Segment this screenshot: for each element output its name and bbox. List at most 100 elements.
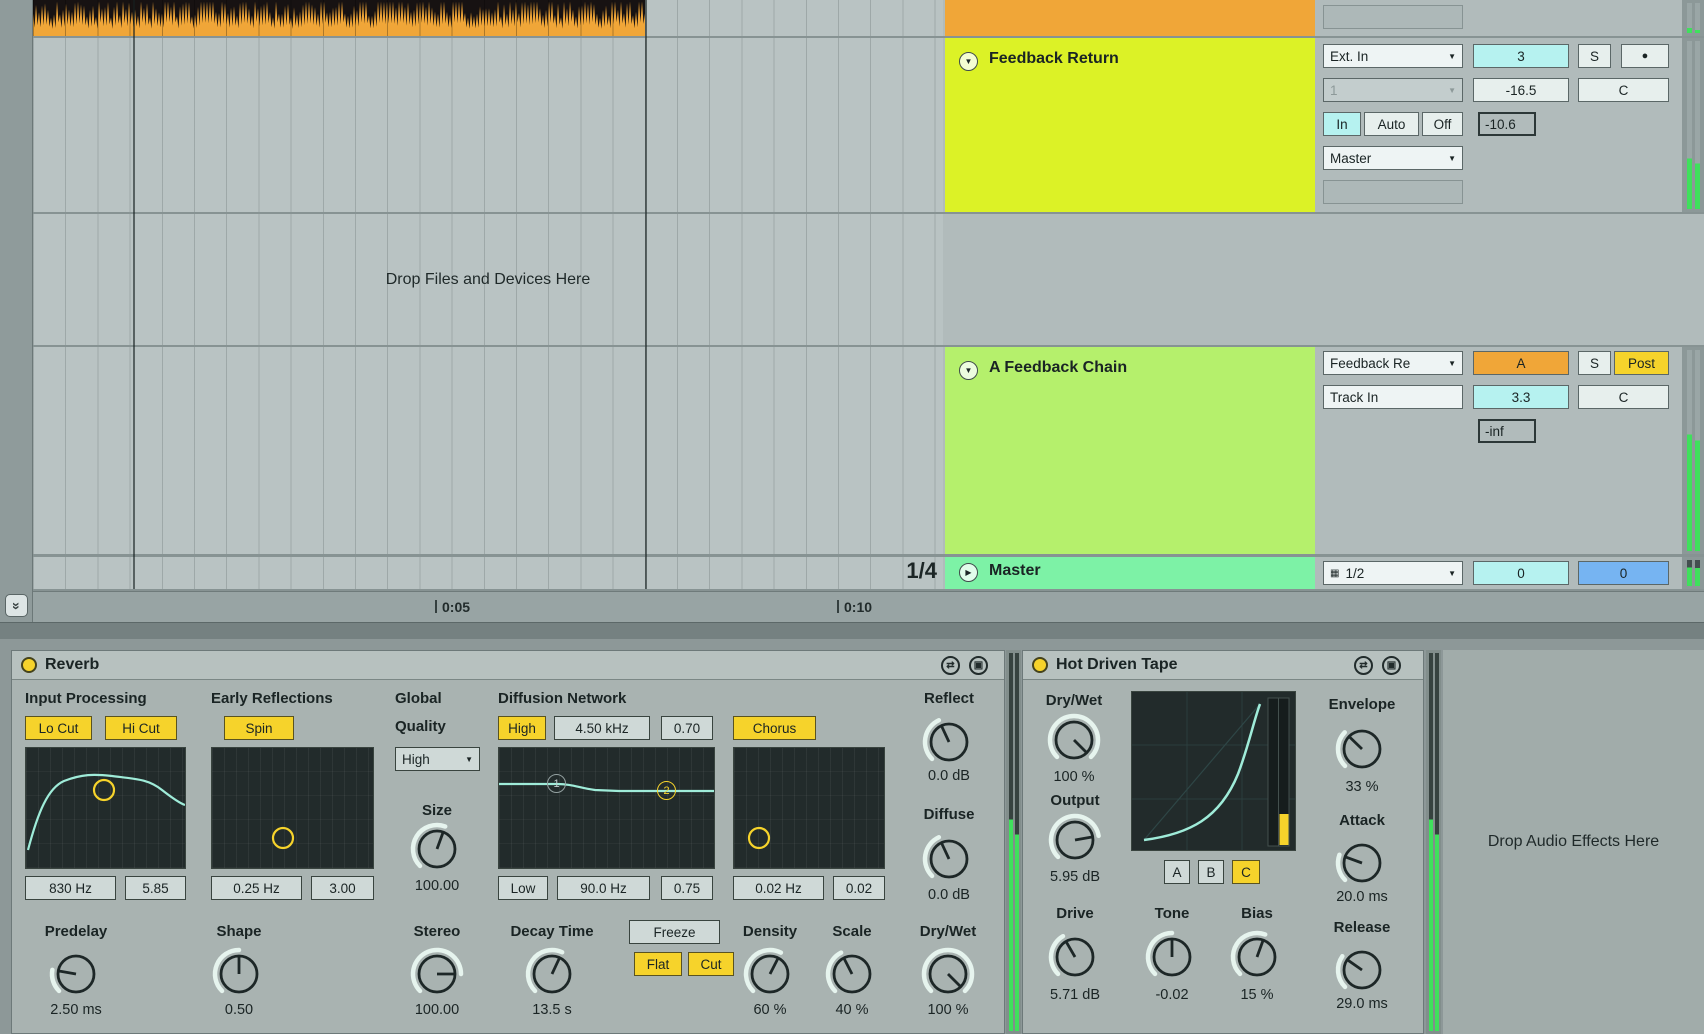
hi-cut-button[interactable]: Hi Cut [105,716,177,740]
output-dropdown[interactable]: Master ▼ [1323,146,1463,170]
hot-swap-icon[interactable]: ⇄ [941,656,960,675]
pre-post-toggle[interactable]: Post [1614,351,1669,375]
output-value[interactable]: 5.95 dB [1025,869,1125,885]
insert-marker[interactable] [645,0,647,589]
arrangement-grid[interactable] [33,347,943,554]
drop-files-zone[interactable]: Drop Files and Devices Here [33,214,943,345]
diffusion-node-2[interactable]: 2 [657,781,676,800]
solo-button[interactable]: S [1578,351,1611,375]
arm-button[interactable]: ● [1621,44,1669,68]
drop-effects-zone[interactable]: Drop Audio Effects Here [1443,650,1704,1034]
tape-dry-wet-value[interactable]: 100 % [1024,769,1124,785]
attack-knob[interactable] [1334,835,1390,891]
grid-quantize-value[interactable]: 1/4 [851,558,937,584]
input-type-dropdown[interactable]: Feedback Re ▼ [1323,351,1463,375]
diffusion-high-button[interactable]: High [498,716,546,740]
cue-volume-box[interactable]: 0 [1473,561,1569,585]
reflect-value[interactable]: 0.0 dB [899,768,999,784]
scroll-widget-button[interactable]: » [5,594,28,617]
master-volume-box[interactable]: 0 [1578,561,1669,585]
solo-button[interactable]: S [1578,44,1611,68]
early-reflections-display[interactable] [211,747,374,869]
master-output-dropdown[interactable]: ▦ 1/2 ▼ [1323,561,1463,585]
device-title-bar[interactable]: Reverb ⇄ ▣ [12,651,1004,680]
audio-clip-waveform[interactable] [33,0,647,36]
loop-start-marker[interactable] [133,0,135,589]
stereo-knob[interactable] [409,946,465,1002]
shape-value[interactable]: 0.50 [189,1002,289,1018]
decay-time-knob[interactable] [524,946,580,1002]
curve-c-button[interactable]: C [1232,860,1260,884]
flat-button[interactable]: Flat [634,952,682,976]
chorus-amount-box[interactable]: 0.02 [833,876,885,900]
input-filter-display[interactable] [25,747,186,869]
density-knob[interactable] [742,946,798,1002]
volume-box[interactable]: -16.5 [1473,78,1569,102]
envelope-knob[interactable] [1334,721,1390,777]
tape-dry-wet-knob[interactable] [1046,712,1102,768]
send-amount-box[interactable]: 3.3 [1473,385,1569,409]
fold-track-button[interactable]: ▼ [959,361,978,380]
track-header-feedback-return[interactable]: ▼ Feedback Return [945,38,1315,212]
predelay-value[interactable]: 2.50 ms [26,1002,126,1018]
freeze-button[interactable]: Freeze [629,920,720,944]
transfer-curve-display[interactable] [1131,691,1296,851]
lo-cut-button[interactable]: Lo Cut [25,716,92,740]
size-value[interactable]: 100.00 [387,878,487,894]
chorus-display[interactable] [733,747,885,869]
monitor-box[interactable]: Track In [1323,385,1463,409]
device-title-bar[interactable]: Hot Driven Tape ⇄ ▣ [1023,651,1423,680]
track-header-feedback-chain[interactable]: ▼ A Feedback Chain [945,347,1315,554]
diffuse-value[interactable]: 0.0 dB [899,887,999,903]
drive-knob[interactable] [1047,929,1103,985]
chorus-rate-box[interactable]: 0.02 Hz [733,876,824,900]
reflect-knob[interactable] [921,714,977,770]
arrangement-grid[interactable] [33,557,943,589]
monitor-auto-button[interactable]: Auto [1364,112,1419,136]
output-knob[interactable] [1047,812,1103,868]
drive-value[interactable]: 5.71 dB [1025,987,1125,1003]
fold-track-button[interactable]: ▶ [959,563,978,582]
size-knob[interactable] [409,821,465,877]
release-knob[interactable] [1334,942,1390,998]
diffuse-knob[interactable] [921,831,977,887]
input-q-box[interactable]: 5.85 [125,876,186,900]
spin-button[interactable]: Spin [224,716,294,740]
scale-value[interactable]: 40 % [802,1002,902,1018]
time-ruler[interactable]: 0:05 0:10 [33,591,1704,622]
monitor-in-button[interactable]: In [1323,112,1361,136]
stereo-value[interactable]: 100.00 [387,1002,487,1018]
save-preset-icon[interactable]: ▣ [1382,656,1401,675]
panel-divider[interactable] [0,622,1704,639]
device-on-button[interactable] [1032,657,1048,673]
send-amount-box[interactable]: 3 [1473,44,1569,68]
predelay-knob[interactable] [48,946,104,1002]
diffusion-lo-freq-box[interactable]: 90.0 Hz [557,876,650,900]
envelope-value[interactable]: 33 % [1312,779,1412,795]
release-value[interactable]: 29.0 ms [1312,996,1412,1012]
tone-knob[interactable] [1144,929,1200,985]
shape-knob[interactable] [211,946,267,1002]
diffusion-node-1[interactable]: 1 [547,774,566,793]
cut-button[interactable]: Cut [688,952,734,976]
diffusion-hi-q-box[interactable]: 0.70 [661,716,713,740]
pan-box[interactable]: C [1578,78,1669,102]
quality-dropdown[interactable]: High ▼ [395,747,480,771]
chorus-button[interactable]: Chorus [733,716,816,740]
track-header-audio[interactable] [945,0,1315,36]
bias-value[interactable]: 15 % [1207,987,1307,1003]
diffusion-low-box[interactable]: Low [498,876,548,900]
diffusion-display[interactable]: 1 2 [498,747,715,869]
decay-time-value[interactable]: 13.5 s [502,1002,602,1018]
input-freq-box[interactable]: 830 Hz [25,876,116,900]
dry-wet-knob[interactable] [920,946,976,1002]
spin-rate-box[interactable]: 0.25 Hz [211,876,302,900]
spin-amount-box[interactable]: 3.00 [311,876,374,900]
scale-knob[interactable] [824,946,880,1002]
diffusion-hi-freq-box[interactable]: 4.50 kHz [554,716,650,740]
device-on-button[interactable] [21,657,37,673]
monitor-off-button[interactable]: Off [1422,112,1463,136]
input-channel-dropdown[interactable]: 1 ▼ [1323,78,1463,102]
arrangement-grid[interactable] [33,38,943,212]
attack-value[interactable]: 20.0 ms [1312,889,1412,905]
